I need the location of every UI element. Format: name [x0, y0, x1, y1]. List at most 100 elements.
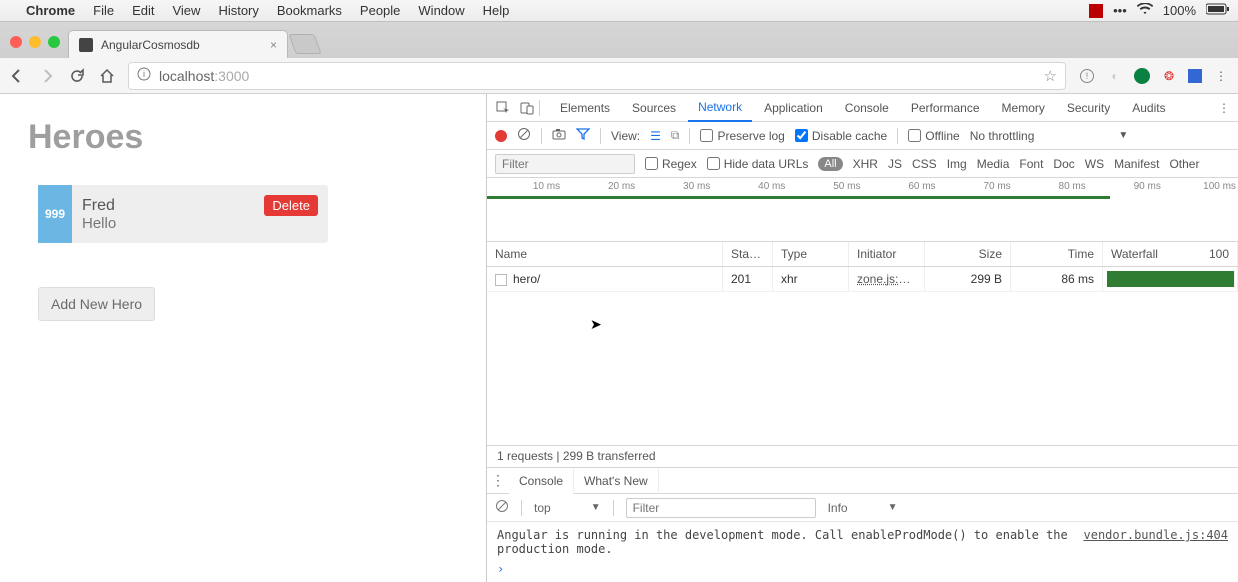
menu-people[interactable]: People [360, 3, 400, 18]
tab-memory[interactable]: Memory [992, 94, 1055, 122]
wifi-icon[interactable] [1137, 3, 1153, 18]
network-row[interactable]: hero/ 201 xhr zone.js:26… 299 B 86 ms [487, 267, 1238, 292]
filter-js[interactable]: JS [888, 157, 902, 171]
tick: 40 ms [712, 181, 787, 192]
regex-checkbox[interactable]: Regex [645, 157, 697, 171]
window-minimize-button[interactable] [29, 36, 41, 48]
view-list-icon[interactable]: ☰ [650, 129, 661, 143]
status-dots-icon[interactable]: ••• [1113, 3, 1127, 18]
console-filter-input[interactable] [626, 498, 816, 518]
menu-bookmarks[interactable]: Bookmarks [277, 3, 342, 18]
device-toggle-icon[interactable] [515, 101, 539, 115]
window-maximize-button[interactable] [48, 36, 60, 48]
menu-window[interactable]: Window [418, 3, 464, 18]
address-bar[interactable]: i localhost:3000 ☆ [128, 62, 1066, 90]
tick: 100 ms [1163, 181, 1238, 192]
page-title: Heroes [28, 118, 458, 157]
chrome-menu-button[interactable]: ⋮ [1212, 69, 1230, 83]
filter-ws[interactable]: WS [1085, 157, 1104, 171]
col-name[interactable]: Name [487, 242, 723, 266]
url-text: localhost:3000 [159, 68, 249, 84]
filter-media[interactable]: Media [977, 157, 1010, 171]
view-label: View: [611, 129, 640, 143]
col-time[interactable]: Time [1011, 242, 1103, 266]
extension-icon[interactable]: ! [1078, 68, 1096, 84]
drawer-tab-whatsnew[interactable]: What's New [574, 468, 659, 494]
tab-sources[interactable]: Sources [622, 94, 686, 122]
add-new-hero-button[interactable]: Add New Hero [38, 287, 155, 321]
network-table: Name Status Type Initiator Size Time Wat… [487, 242, 1238, 467]
menu-history[interactable]: History [218, 3, 258, 18]
back-button[interactable] [8, 68, 26, 84]
tab-elements[interactable]: Elements [550, 94, 620, 122]
console-level-dropdown[interactable]: Info▼ [828, 501, 898, 515]
new-tab-button[interactable] [288, 34, 321, 54]
tab-performance[interactable]: Performance [901, 94, 990, 122]
menu-edit[interactable]: Edit [132, 3, 154, 18]
devtools-header: Elements Sources Network Application Con… [487, 94, 1238, 122]
disable-cache-checkbox[interactable]: Disable cache [795, 129, 887, 143]
network-timeline[interactable]: 10 ms 20 ms 30 ms 40 ms 50 ms 60 ms 70 m… [487, 178, 1238, 242]
timeline-overview-bar [487, 196, 1110, 199]
tick: 30 ms [637, 181, 712, 192]
preserve-log-checkbox[interactable]: Preserve log [700, 129, 784, 143]
tab-network[interactable]: Network [688, 94, 752, 122]
tab-audits[interactable]: Audits [1122, 94, 1175, 122]
drawer-menu-button[interactable]: ⋮ [487, 472, 509, 489]
file-icon [495, 274, 507, 286]
clear-button[interactable] [517, 127, 531, 144]
network-filter-input[interactable] [495, 154, 635, 174]
page-viewport: Heroes 999 Fred Hello Delete Add New Her… [0, 94, 486, 582]
menu-help[interactable]: Help [483, 3, 510, 18]
devtools-more-button[interactable]: ⋮ [1210, 101, 1238, 115]
browser-tab[interactable]: AngularCosmosdb × [68, 30, 288, 58]
record-button[interactable] [495, 130, 507, 142]
extension-icon[interactable]: ◐ [1106, 69, 1124, 83]
console-prompt[interactable]: › [487, 562, 1238, 582]
delete-button[interactable]: Delete [264, 195, 318, 216]
filter-img[interactable]: Img [947, 157, 967, 171]
console-source-link[interactable]: vendor.bundle.js:404 [1084, 528, 1229, 556]
menu-file[interactable]: File [93, 3, 114, 18]
filter-doc[interactable]: Doc [1053, 157, 1074, 171]
extension-icon[interactable] [1134, 68, 1150, 84]
extension-icon[interactable] [1188, 69, 1202, 83]
col-waterfall[interactable]: Waterfall 100 [1103, 242, 1238, 266]
col-type[interactable]: Type [773, 242, 849, 266]
waterfall-bar [1107, 271, 1235, 287]
hero-card[interactable]: 999 Fred Hello Delete [38, 185, 328, 243]
offline-checkbox[interactable]: Offline [908, 129, 959, 143]
window-close-button[interactable] [10, 36, 22, 48]
bookmark-star-icon[interactable]: ☆ [1044, 67, 1057, 85]
filter-manifest[interactable]: Manifest [1114, 157, 1159, 171]
filter-all[interactable]: All [818, 157, 842, 171]
tab-console[interactable]: Console [835, 94, 899, 122]
hide-data-urls-checkbox[interactable]: Hide data URLs [707, 157, 809, 171]
reload-button[interactable] [68, 68, 86, 84]
console-clear-button[interactable] [495, 499, 509, 516]
filter-other[interactable]: Other [1169, 157, 1199, 171]
tab-application[interactable]: Application [754, 94, 833, 122]
view-frames-icon[interactable]: ⧉ [671, 128, 680, 143]
site-info-icon[interactable]: i [137, 67, 151, 84]
extension-icon[interactable]: ❂ [1160, 69, 1178, 83]
tick: 60 ms [862, 181, 937, 192]
filter-font[interactable]: Font [1019, 157, 1043, 171]
col-size[interactable]: Size [925, 242, 1011, 266]
inspect-element-icon[interactable] [491, 101, 515, 115]
throttling-dropdown[interactable]: No throttling▼ [970, 129, 1129, 143]
tab-close-button[interactable]: × [270, 38, 277, 52]
capture-screenshot-icon[interactable] [552, 128, 566, 143]
col-initiator[interactable]: Initiator [849, 242, 925, 266]
console-context-dropdown[interactable]: top▼ [534, 501, 601, 515]
menu-view[interactable]: View [172, 3, 200, 18]
filter-xhr[interactable]: XHR [853, 157, 878, 171]
filter-css[interactable]: CSS [912, 157, 937, 171]
col-status[interactable]: Status [723, 242, 773, 266]
tab-security[interactable]: Security [1057, 94, 1120, 122]
network-filter-bar: Regex Hide data URLs All XHR JS CSS Img … [487, 150, 1238, 178]
home-button[interactable] [98, 68, 116, 84]
drawer-tab-console[interactable]: Console [509, 468, 574, 494]
app-menu[interactable]: Chrome [26, 3, 75, 18]
filter-toggle-icon[interactable] [576, 128, 590, 143]
